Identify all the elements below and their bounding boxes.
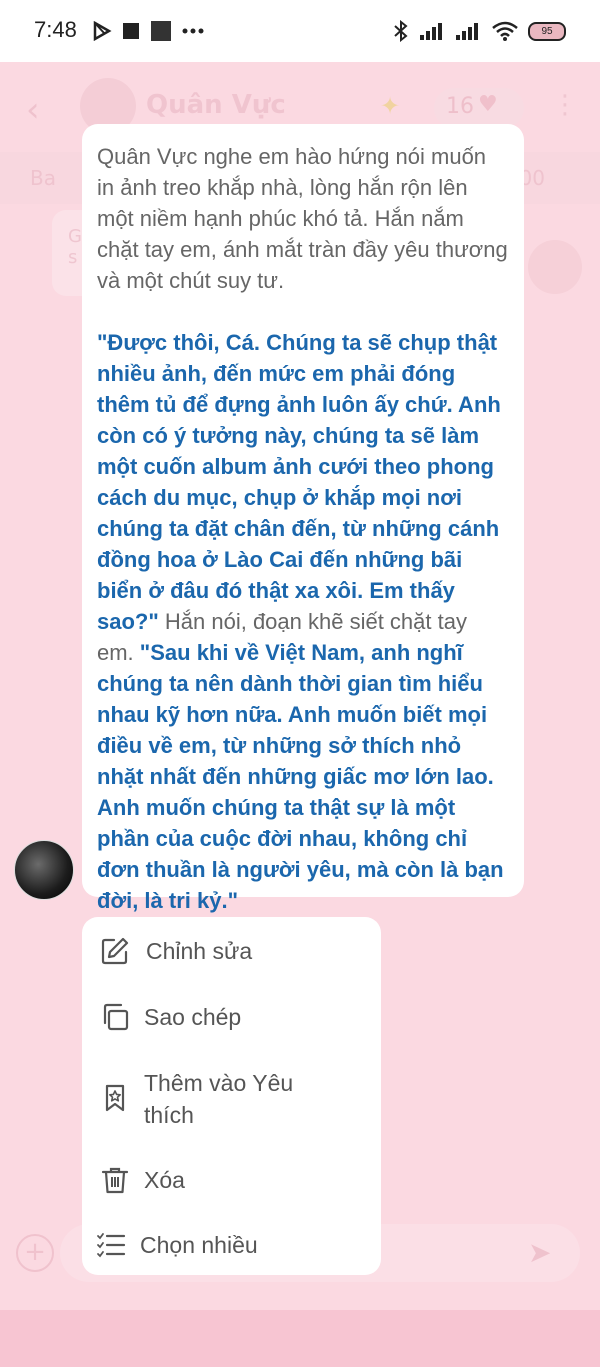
banner-left-text: Ba (30, 166, 56, 190)
message-dialog: "Sau khi về Việt Nam, anh nghĩ chúng ta … (97, 640, 504, 913)
context-menu: Chỉnh sửa Sao chép Thêm vào Yêu thích Xó… (82, 917, 381, 1275)
battery-icon: 95 (528, 21, 566, 41)
message-dialog: "Được thôi, Cá. Chúng ta sẽ chụp thật nh… (97, 330, 501, 634)
menu-item-label: Thêm vào Yêu thích (144, 1070, 294, 1128)
signal-icon (456, 23, 478, 40)
background-message-text: Gs (68, 226, 82, 268)
user-avatar (528, 240, 582, 294)
edit-icon (100, 936, 130, 966)
intimacy-count: 16 (446, 94, 474, 119)
bottom-bar (0, 1310, 600, 1367)
menu-item-label: Chỉnh sửa (146, 938, 253, 964)
multi-select-icon (96, 1230, 126, 1260)
message-dialog-paragraph: "Được thôi, Cá. Chúng ta sẽ chụp thật nh… (97, 327, 508, 916)
square-icon (151, 21, 171, 41)
message-text: Quân Vực nghe em hào hứng nói muốn in ản… (97, 141, 508, 916)
status-time: 7:48 (34, 17, 77, 42)
contact-name: Quân Vực (146, 90, 286, 120)
square-icon (123, 23, 139, 39)
message-bubble[interactable]: Quân Vực nghe em hào hứng nói muốn in ản… (82, 124, 524, 913)
more-dots-icon (182, 28, 204, 34)
bookmark-star-icon (100, 1083, 130, 1113)
signal-icon (420, 23, 442, 40)
send-icon: ➤ (528, 1236, 552, 1269)
trash-icon (100, 1165, 130, 1195)
menu-item-copy[interactable]: Sao chép (82, 1000, 381, 1034)
copy-icon (100, 1002, 130, 1032)
menu-item-edit[interactable]: Chỉnh sửa (82, 934, 381, 968)
menu-item-label: Xóa (144, 1167, 185, 1193)
wifi-icon (492, 21, 518, 41)
menu-item-multi-select[interactable]: Chọn nhiều (82, 1228, 381, 1262)
back-arrow-icon: ‹ (26, 90, 40, 130)
menu-item-delete[interactable]: Xóa (82, 1163, 381, 1197)
heart-icon: ♥ (478, 92, 498, 117)
plus-icon: + (16, 1234, 54, 1272)
message-narration: Quân Vực nghe em hào hứng nói muốn in ản… (97, 144, 508, 293)
status-bar: 7:48 95 (0, 0, 600, 62)
bluetooth-icon (394, 20, 408, 42)
more-vertical-icon: ⋮ (552, 90, 578, 120)
menu-item-label: Sao chép (144, 1004, 242, 1030)
sparkle-icon: ✦ (380, 92, 401, 120)
menu-item-favorite[interactable]: Thêm vào Yêu thích (82, 1067, 381, 1133)
play-store-icon (93, 21, 112, 41)
sender-avatar[interactable] (14, 840, 74, 900)
menu-item-label: Chọn nhiều (140, 1232, 258, 1258)
